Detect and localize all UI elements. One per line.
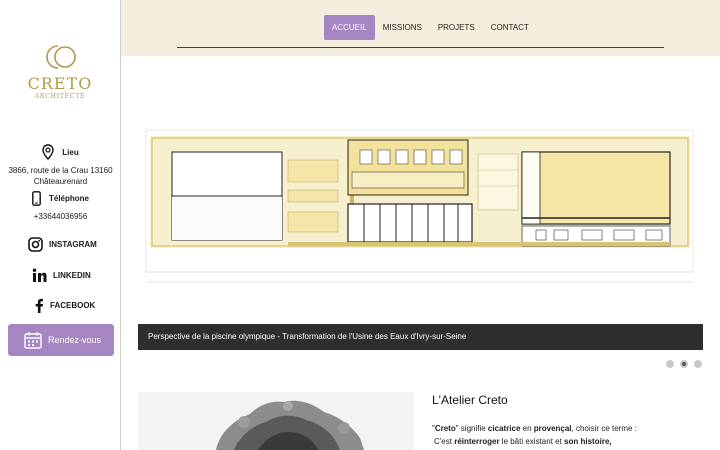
facebook-label: FACEBOOK (50, 301, 96, 310)
linkedin-icon (32, 268, 47, 282)
calendar-icon (24, 332, 42, 349)
location-row: Lieu (0, 144, 121, 160)
logo-monogram-icon (46, 45, 76, 69)
instagram-link[interactable]: INSTAGRAM (28, 237, 97, 252)
address-line-2: Châteaurenard (33, 177, 88, 186)
slider-dots (666, 360, 702, 368)
rendez-vous-button[interactable]: Rendez-vous (8, 324, 114, 356)
phone-number[interactable]: +33644036956 (0, 211, 121, 222)
mobile-phone-icon (32, 191, 41, 206)
nav-item-accueil[interactable]: ACCUEIL (324, 15, 375, 40)
top-header: ACCUEIL MISSIONS PROJETS CONTACT (121, 0, 720, 56)
logo-text: CRETO (27, 74, 93, 93)
location-pin-icon (42, 144, 54, 160)
phone-label: Téléphone (48, 194, 89, 203)
nav-item-missions[interactable]: MISSIONS (375, 15, 430, 40)
main-nav: ACCUEIL MISSIONS PROJETS CONTACT (324, 15, 537, 40)
engraving-image (138, 392, 414, 450)
facebook-link[interactable]: FACEBOOK (34, 298, 95, 313)
atelier-title: L'Atelier Creto (432, 393, 508, 407)
rendez-vous-label: Rendez-vous (48, 335, 102, 345)
linkedin-label: LINKEDIN (53, 271, 91, 280)
slider-dot-1[interactable] (666, 360, 674, 368)
nav-underline (177, 47, 664, 48)
slider-dot-3[interactable] (694, 360, 702, 368)
nav-item-contact[interactable]: CONTACT (483, 15, 537, 40)
linkedin-link[interactable]: LINKEDIN (32, 268, 91, 283)
atelier-paragraph-1: "Creto" signifie cicatrice en provençal,… (432, 424, 637, 433)
logo[interactable]: CRETO ARCHITECTE (22, 40, 98, 100)
sidebar: CRETO ARCHITECTE Lieu 3866, route de la … (0, 0, 121, 450)
floor-plan-drawing (138, 100, 703, 325)
instagram-label: INSTAGRAM (49, 240, 97, 249)
instagram-icon (28, 237, 43, 252)
atelier-illustration (138, 392, 414, 450)
address-line-1: 3866, route de la Crau 13160 (8, 166, 113, 175)
atelier-paragraph-2: C'est réinterroger le bâti existant et s… (434, 437, 612, 446)
phone-row: Téléphone (0, 191, 121, 206)
slider-dot-2[interactable] (680, 360, 688, 368)
logo-subtitle: ARCHITECTE (34, 93, 86, 100)
location-label: Lieu (62, 147, 79, 157)
slider-caption: Perspective de la piscine olympique - Tr… (138, 324, 703, 350)
slider-image[interactable] (138, 100, 703, 325)
facebook-icon (35, 298, 43, 313)
nav-item-projets[interactable]: PROJETS (430, 15, 483, 40)
